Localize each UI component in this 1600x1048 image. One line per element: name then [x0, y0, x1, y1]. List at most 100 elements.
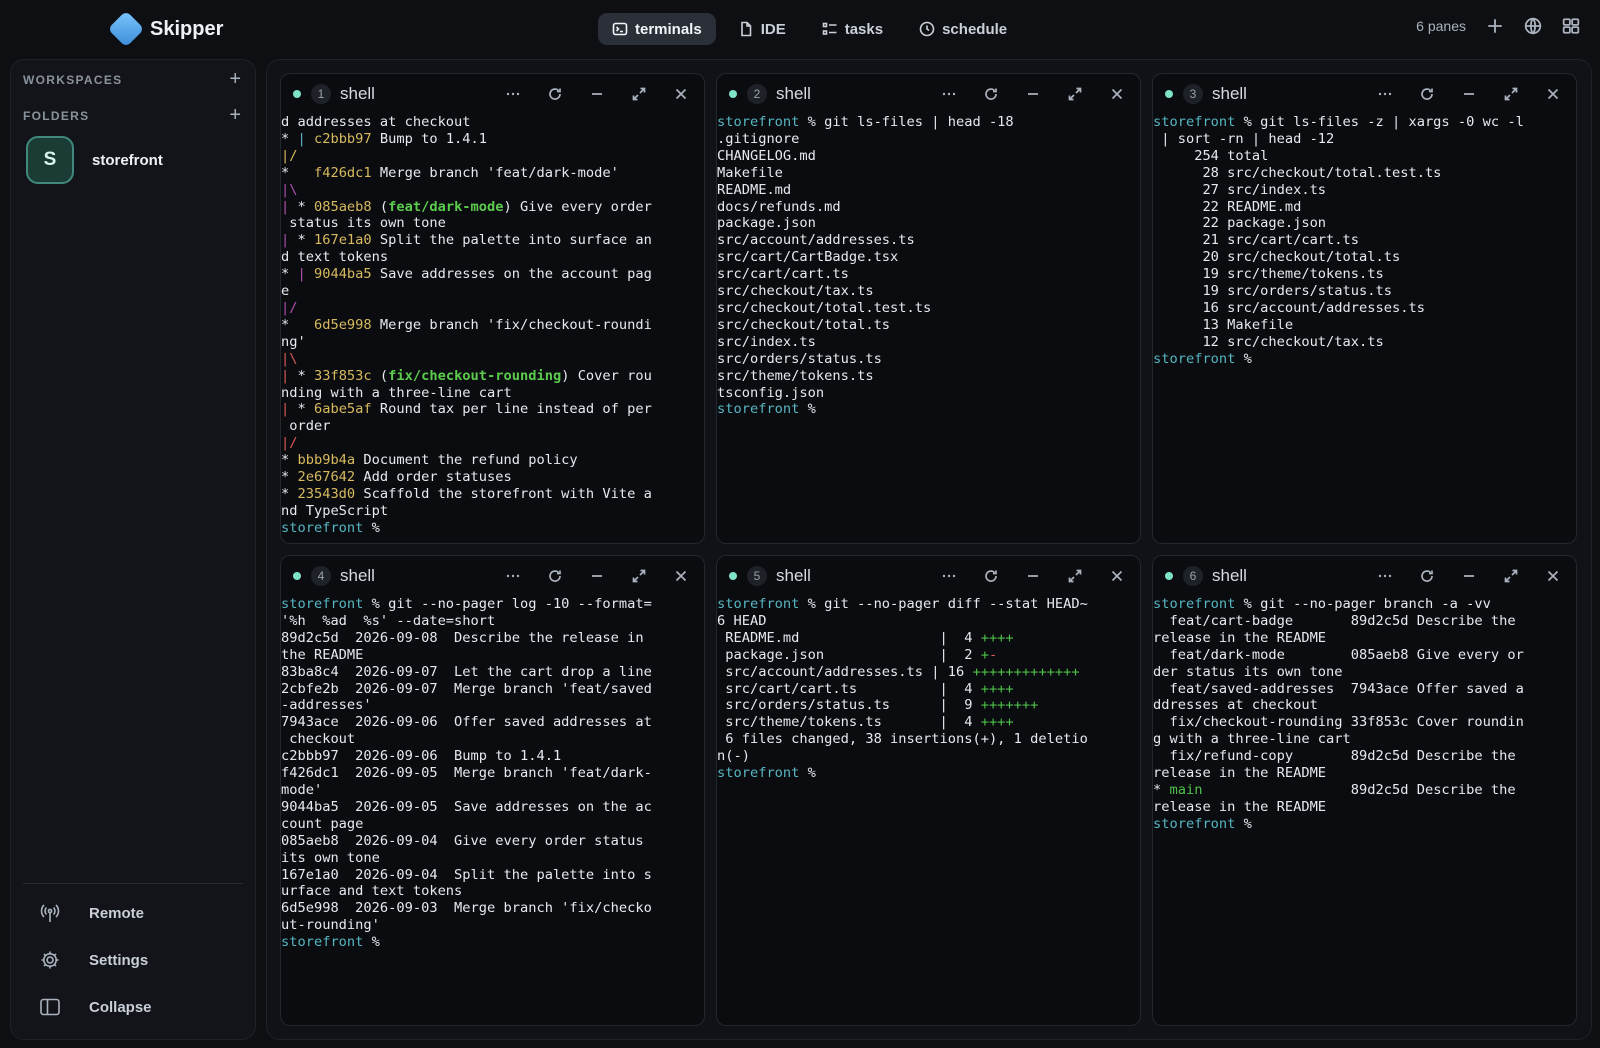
- add-pane-button[interactable]: [1486, 17, 1504, 35]
- terminal-text: .gitignore: [717, 130, 800, 147]
- pane-minimize-button[interactable]: [1022, 565, 1044, 587]
- pane-minimize-button[interactable]: [586, 565, 608, 587]
- pane-close-button[interactable]: [1542, 565, 1564, 587]
- terminal-line: order: [281, 418, 704, 435]
- layout-grid-button[interactable]: [1562, 17, 1580, 35]
- pane-title: shell: [776, 84, 811, 103]
- collapse-button[interactable]: Collapse: [39, 996, 152, 1018]
- pane-close-button[interactable]: [1106, 83, 1128, 105]
- pane-restart-button[interactable]: [980, 565, 1002, 587]
- terminal-line: 2cbfe2b 2026-09-07 Merge branch 'feat/sa…: [281, 681, 704, 698]
- terminal-line: fix/checkout-rounding 33f853c Cover roun…: [1153, 714, 1576, 731]
- terminal-text: % git --no-pager log -10 --format=: [363, 596, 652, 612]
- terminal-text: storefront: [717, 596, 800, 612]
- pane-menu-button[interactable]: [938, 565, 960, 587]
- terminal-line: src/checkout/tax.ts: [717, 283, 1140, 300]
- terminal-line: 254 total: [1153, 148, 1576, 165]
- tab-ide[interactable]: IDE: [724, 13, 800, 45]
- terminal-line: src/checkout/total.test.ts: [717, 300, 1140, 317]
- expand-icon: [1068, 569, 1082, 583]
- pane-restart-button[interactable]: [544, 565, 566, 587]
- terminal-output[interactable]: storefront % git --no-pager log -10 --fo…: [281, 596, 704, 951]
- terminal-output[interactable]: storefront % git --no-pager diff --stat …: [717, 596, 1140, 782]
- tab-terminals[interactable]: terminals: [598, 13, 716, 45]
- pane-minimize-button[interactable]: [586, 83, 608, 105]
- pane-close-button[interactable]: [1542, 83, 1564, 105]
- pane-menu-button[interactable]: [1374, 565, 1396, 587]
- globe-button[interactable]: [1524, 17, 1542, 35]
- tab-schedule[interactable]: schedule: [905, 13, 1021, 45]
- add-workspace-button[interactable]: +: [229, 69, 241, 89]
- pane-maximize-button[interactable]: [1500, 565, 1522, 587]
- terminal-text: Merge branch 'feat/dark-mode': [371, 164, 619, 181]
- pane-restart-button[interactable]: [1416, 565, 1438, 587]
- pane-close-button[interactable]: [1106, 565, 1128, 587]
- terminal-line: |\: [281, 182, 704, 199]
- terminal-line: | * 33f853c (fix/checkout-rounding) Cove…: [281, 368, 704, 385]
- pane-maximize-button[interactable]: [628, 565, 650, 587]
- pane-minimize-button[interactable]: [1022, 83, 1044, 105]
- pane-status-dot: [729, 90, 737, 98]
- pane-menu-button[interactable]: [502, 565, 524, 587]
- pane-menu-button[interactable]: [502, 83, 524, 105]
- terminal-line: storefront %: [281, 520, 704, 537]
- pane-controls: [938, 83, 1128, 105]
- terminal-line: 6 files changed, 38 insertions(+), 1 del…: [717, 731, 1140, 748]
- terminal-line: 7943ace 2026-09-06 Offer saved addresses…: [281, 714, 704, 731]
- pane-header: 3 shell: [1153, 74, 1576, 114]
- terminal-output[interactable]: storefront % git ls-files -z | xargs -0 …: [1153, 114, 1576, 368]
- pane-controls: [1374, 565, 1564, 587]
- terminal-text: |: [281, 401, 298, 418]
- pane-menu-button[interactable]: [1374, 83, 1396, 105]
- terminal-text: release in the README: [1153, 798, 1327, 815]
- tab-label: IDE: [760, 20, 786, 38]
- pane-maximize-button[interactable]: [1064, 83, 1086, 105]
- terminal-text: tsconfig.json: [717, 384, 825, 401]
- terminal-line: * main 89d2c5d Describe the: [1153, 782, 1576, 799]
- terminal-line: count page: [281, 816, 704, 833]
- terminal-text: 89d2c5d Describe the: [1202, 781, 1516, 798]
- terminal-line: README.md: [717, 182, 1140, 199]
- pane-minimize-button[interactable]: [1458, 565, 1480, 587]
- terminal-line: * | 9044ba5 Save addresses on the accoun…: [281, 266, 704, 283]
- tab-tasks[interactable]: tasks: [808, 13, 897, 45]
- terminal-line: fix/refund-copy 89d2c5d Describe the: [1153, 748, 1576, 765]
- minimize-icon: [1028, 575, 1038, 577]
- terminal-text: src/checkout/total.ts: [717, 316, 891, 333]
- terminal-text: *: [297, 367, 314, 384]
- terminal-text: +: [980, 646, 989, 663]
- pane-maximize-button[interactable]: [628, 83, 650, 105]
- terminal-line: c2bbb97 2026-09-06 Bump to 1.4.1: [281, 748, 704, 765]
- terminal-text: Makefile: [717, 164, 783, 181]
- settings-button[interactable]: Settings: [39, 949, 148, 971]
- folder-storefront[interactable]: S storefront: [26, 136, 163, 184]
- terminal-text: ddresses at checkout: [1153, 697, 1318, 714]
- terminal-output[interactable]: storefront % git ls-files | head -18 .git…: [717, 114, 1140, 418]
- terminal-line: the README: [281, 647, 704, 664]
- terminal-output[interactable]: storefront % git --no-pager branch -a -v…: [1153, 596, 1576, 833]
- expand-icon: [1068, 87, 1082, 101]
- terminal-output[interactable]: d addresses at checkout * | c2bbb97 Bump …: [281, 114, 704, 537]
- pane-maximize-button[interactable]: [1064, 565, 1086, 587]
- antenna-icon: [40, 904, 60, 922]
- terminal-line: * 2e67642 Add order statuses: [281, 469, 704, 486]
- terminal-line: d addresses at checkout: [281, 114, 704, 131]
- pane-menu-button[interactable]: [938, 83, 960, 105]
- pane-close-button[interactable]: [670, 565, 692, 587]
- terminal-text: +++++++++++++: [972, 663, 1080, 680]
- pane-minimize-button[interactable]: [1458, 83, 1480, 105]
- terminal-text: storefront: [281, 934, 364, 951]
- terminal-text: g with a three-line cart: [1153, 731, 1351, 748]
- minimize-icon: [592, 575, 602, 577]
- plus-icon: [1488, 19, 1502, 33]
- add-folder-button[interactable]: +: [229, 105, 241, 125]
- pane-restart-button[interactable]: [980, 83, 1002, 105]
- pane-maximize-button[interactable]: [1500, 83, 1522, 105]
- terminal-line: 20 src/checkout/total.ts: [1153, 249, 1576, 266]
- terminal-text: package.json: [717, 215, 816, 232]
- remote-button[interactable]: Remote: [39, 902, 144, 924]
- pane-restart-button[interactable]: [544, 83, 566, 105]
- pane-close-button[interactable]: [670, 83, 692, 105]
- terminal-text: ++++: [980, 680, 1014, 697]
- pane-restart-button[interactable]: [1416, 83, 1438, 105]
